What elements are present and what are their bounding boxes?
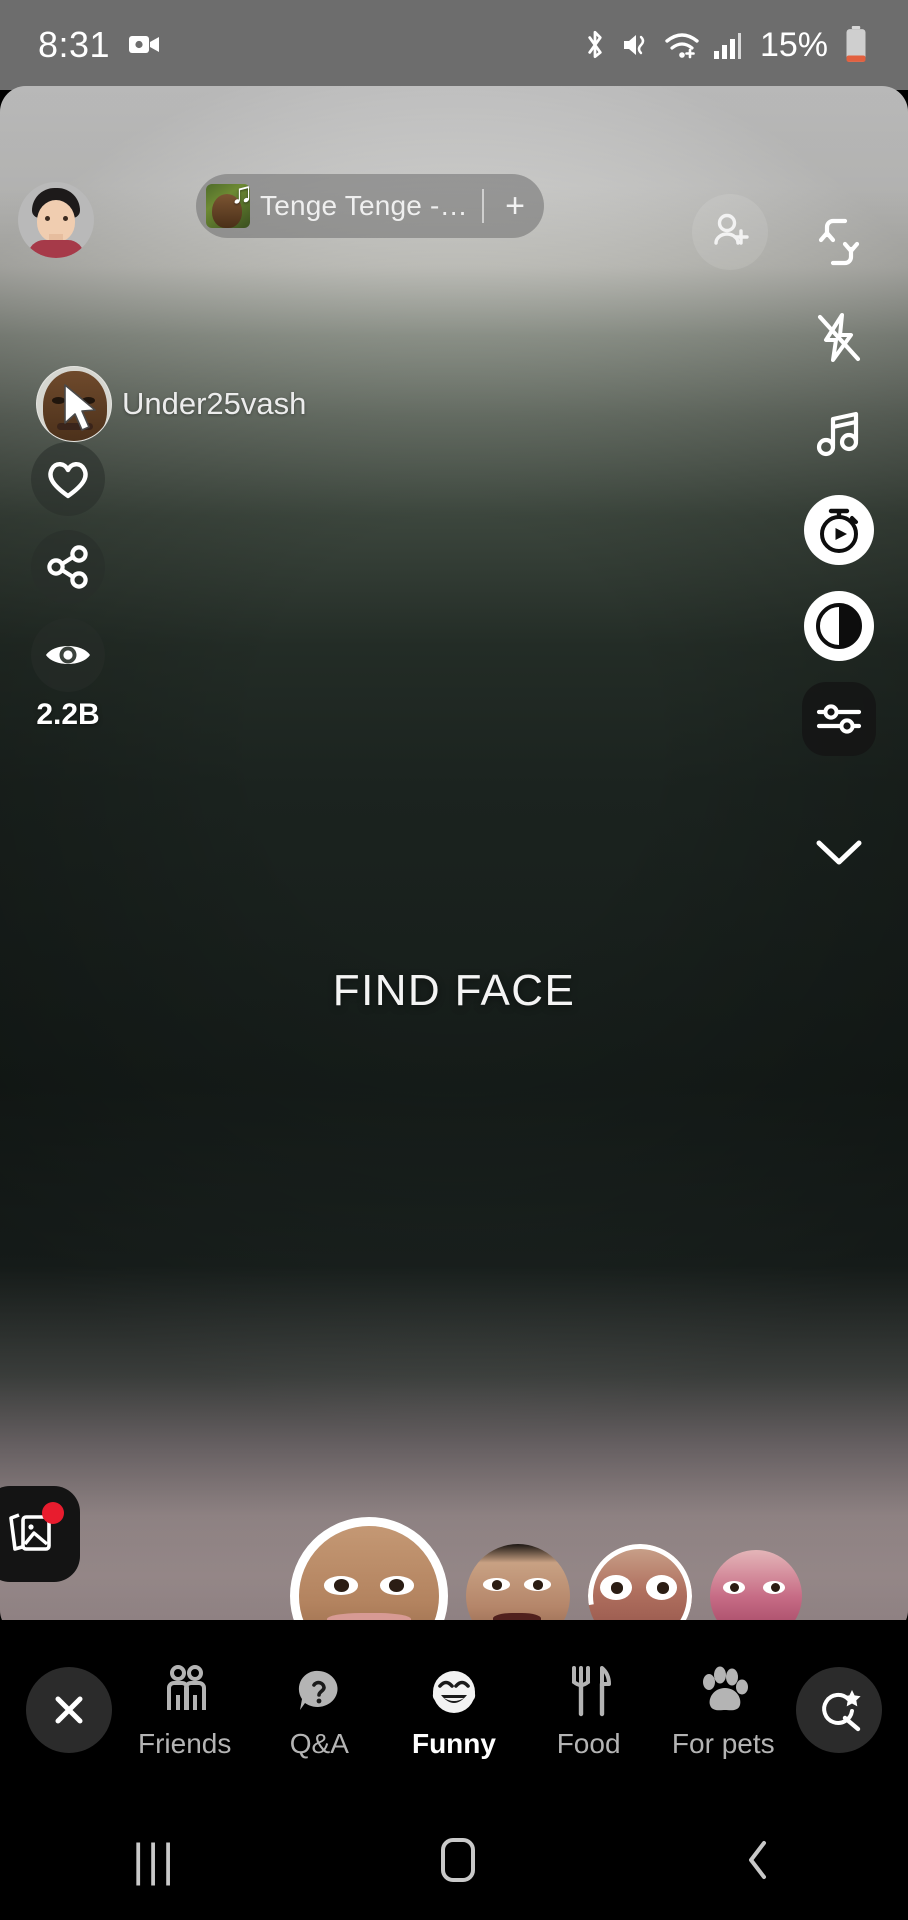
category-friends[interactable]: Friends: [123, 1660, 247, 1760]
bluetooth-icon: [588, 30, 602, 59]
viewport-vignette: [0, 86, 908, 1636]
mouse-cursor-icon: [64, 384, 96, 431]
flip-camera-button[interactable]: [794, 194, 884, 290]
close-button[interactable]: [26, 1667, 112, 1753]
beauty-contrast-button[interactable]: [794, 578, 884, 674]
android-nav-bar: |||: [0, 1800, 908, 1920]
music-note-icon: ♫: [230, 184, 251, 210]
contrast-button-bg: [804, 591, 874, 661]
sliders-icon: [816, 704, 862, 734]
effect-thumb-selected[interactable]: [290, 1517, 448, 1636]
heart-icon: [48, 462, 88, 499]
category-label: Funny: [411, 1728, 496, 1759]
add-person-icon: [714, 213, 749, 245]
flash-off-icon: [817, 313, 861, 362]
flip-camera-icon: [818, 218, 860, 266]
home-button[interactable]: [441, 1838, 476, 1882]
status-bar-left: 8:31: [38, 24, 162, 66]
category-food[interactable]: Food: [527, 1660, 651, 1760]
recents-button[interactable]: |||: [132, 1833, 177, 1887]
timer-button[interactable]: [794, 482, 884, 578]
close-icon: [55, 1696, 83, 1724]
eye-icon: [46, 646, 90, 664]
gallery-badge: [42, 1502, 64, 1524]
timer-button-bg: [804, 495, 874, 565]
category-qa[interactable]: Q&A: [257, 1660, 381, 1760]
friends-icon: [157, 1660, 213, 1718]
timer-icon: [820, 508, 858, 553]
chevron-down-icon: [816, 840, 862, 865]
camera-tool-rail: [794, 194, 884, 900]
effect-category-bar: Friends Q&A Funny Food For pets: [0, 1620, 908, 1800]
collapse-rail-button[interactable]: [794, 804, 884, 900]
profile-avatar-button[interactable]: [18, 182, 94, 258]
left-rail-actions: 2.2B: [31, 442, 105, 732]
search-effects-button[interactable]: [795, 1667, 882, 1753]
category-funny[interactable]: Funny: [392, 1660, 516, 1760]
category-label: Q&A: [289, 1728, 349, 1759]
share-button[interactable]: [31, 530, 105, 604]
gallery-button[interactable]: [0, 1486, 80, 1582]
laughing-emoji-icon: [426, 1660, 482, 1718]
category-for-pets[interactable]: For pets: [661, 1660, 785, 1760]
category-label: For pets: [671, 1728, 775, 1759]
status-time: 8:31: [38, 24, 111, 65]
wifi-plus-icon: [665, 33, 699, 59]
music-add-button[interactable]: +: [494, 189, 536, 223]
effect-creator-avatar[interactable]: [36, 366, 112, 442]
phone-screen: 8:31 15% ♫ Tenge Tenge - F. + Under25vas…: [0, 0, 908, 1920]
adjust-button-bg: [802, 682, 876, 756]
sound-vibrate-off-icon: [623, 35, 645, 55]
camera-viewport[interactable]: ♫ Tenge Tenge - F.B.B. +: [0, 86, 908, 1636]
category-label: Food: [556, 1728, 621, 1759]
battery-icon: [846, 26, 866, 62]
share-icon: [47, 545, 88, 589]
fork-knife-icon: [564, 1660, 614, 1718]
views-group: 2.2B: [31, 618, 105, 732]
music-pill[interactable]: ♫ Tenge Tenge - F.B.B. +: [196, 174, 544, 238]
search-star-icon: [822, 1690, 861, 1732]
back-button[interactable]: [740, 1837, 776, 1883]
contrast-circle-icon: [816, 603, 862, 649]
find-face-hint: FIND FACE: [332, 966, 576, 1015]
adjust-settings-button[interactable]: [794, 674, 884, 770]
music-title: Tenge Tenge - F.B.B.: [260, 190, 472, 221]
question-bubble-icon: [292, 1660, 346, 1718]
add-person-button[interactable]: [692, 194, 768, 270]
music-divider: [482, 189, 484, 223]
status-bar-right: 15%: [582, 26, 868, 65]
category-label: Friends: [137, 1728, 232, 1759]
music-thumbnail: ♫: [206, 184, 250, 228]
music-button[interactable]: [794, 386, 884, 482]
status-bar: 8:31 15%: [0, 0, 908, 90]
flash-off-button[interactable]: [794, 290, 884, 386]
battery-percent: 15%: [759, 25, 828, 64]
views-count: 2.2B: [36, 698, 100, 731]
like-button[interactable]: [31, 442, 105, 516]
effects-carousel[interactable]: [290, 1491, 802, 1636]
screen-recorder-icon: [129, 36, 160, 53]
cellular-signal-icon: [713, 33, 741, 59]
views-button[interactable]: [31, 618, 105, 692]
effect-creator-name[interactable]: Under25vash: [122, 386, 306, 422]
music-note-icon: [816, 411, 859, 457]
paw-icon: [695, 1660, 751, 1718]
